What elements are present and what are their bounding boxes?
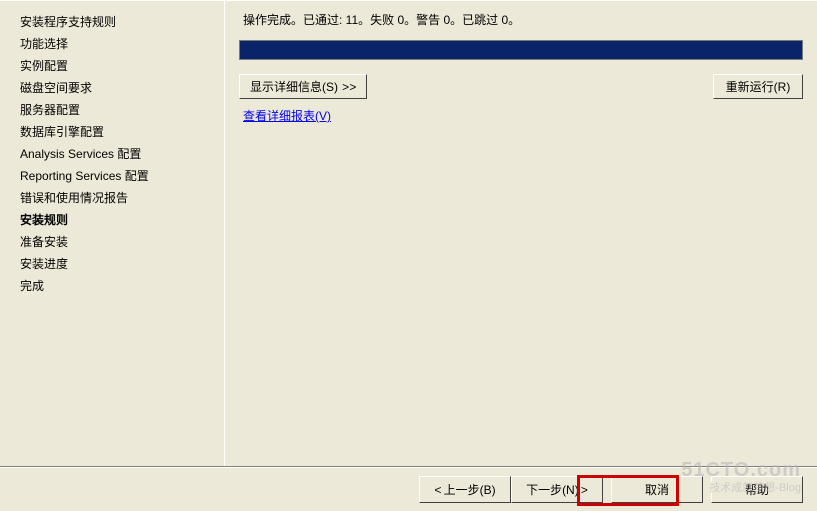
- sidebar-item-instance-config: 实例配置: [20, 55, 224, 77]
- sidebar-item-error-reporting: 错误和使用情况报告: [20, 187, 224, 209]
- status-text: 操作完成。已通过: 11。失败 0。警告 0。已跳过 0。: [239, 11, 803, 28]
- view-report-link[interactable]: 查看详细报表(V): [239, 109, 331, 123]
- cancel-button[interactable]: 取消: [611, 476, 703, 503]
- sidebar-item-complete: 完成: [20, 275, 224, 297]
- sidebar-item-server-config: 服务器配置: [20, 99, 224, 121]
- sidebar-item-install-rules: 安装规则: [20, 209, 224, 231]
- chevron-left-icon: [434, 483, 443, 497]
- sidebar-item-db-engine: 数据库引擎配置: [20, 121, 224, 143]
- content-panel: 操作完成。已通过: 11。失败 0。警告 0。已跳过 0。 显示详细信息(S) …: [225, 1, 817, 466]
- sidebar-item-setup-rules: 安装程序支持规则: [20, 11, 224, 33]
- footer: 上一步(B) 下一步(N) 取消 帮助: [0, 468, 817, 511]
- sidebar-item-ready-install: 准备安装: [20, 231, 224, 253]
- sidebar-item-reporting-services: Reporting Services 配置: [20, 165, 224, 187]
- nav-button-group: 上一步(B) 下一步(N): [419, 476, 603, 503]
- rerun-button[interactable]: 重新运行(R): [713, 74, 803, 99]
- sidebar: 安装程序支持规则 功能选择 实例配置 磁盘空间要求 服务器配置 数据库引擎配置 …: [0, 1, 225, 466]
- next-button[interactable]: 下一步(N): [511, 476, 603, 503]
- progress-bar: [239, 40, 803, 60]
- content-button-row: 显示详细信息(S) 重新运行(R): [239, 74, 803, 99]
- sidebar-item-feature-select: 功能选择: [20, 33, 224, 55]
- chevron-right-icon: [579, 483, 588, 497]
- main-container: 安装程序支持规则 功能选择 实例配置 磁盘空间要求 服务器配置 数据库引擎配置 …: [0, 0, 817, 466]
- help-button[interactable]: 帮助: [711, 476, 803, 503]
- show-details-button[interactable]: 显示详细信息(S): [239, 74, 367, 99]
- sidebar-item-analysis-services: Analysis Services 配置: [20, 143, 224, 165]
- sidebar-item-install-progress: 安装进度: [20, 253, 224, 275]
- sidebar-item-disk-space: 磁盘空间要求: [20, 77, 224, 99]
- back-button[interactable]: 上一步(B): [419, 476, 511, 503]
